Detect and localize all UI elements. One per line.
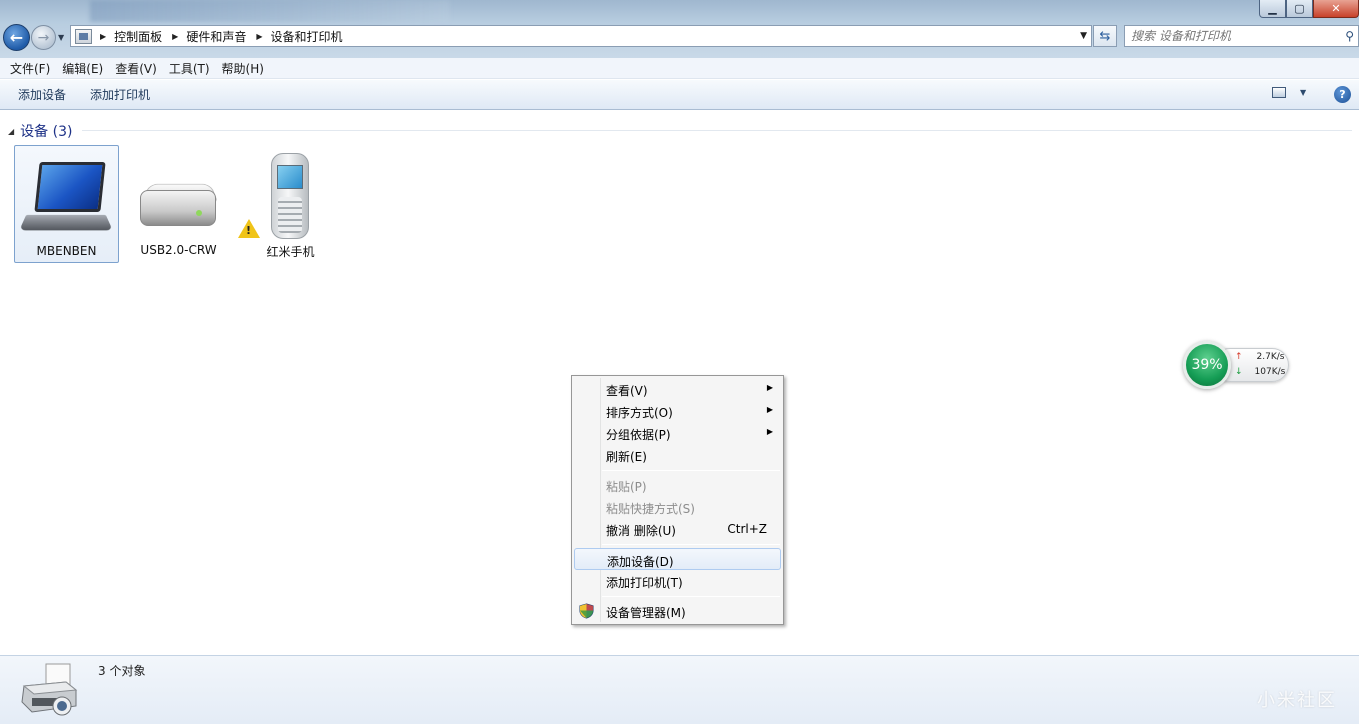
object-count: 3 个对象	[98, 664, 146, 678]
download-arrow-icon: ↓	[1235, 367, 1243, 377]
minimize-icon: ▁	[1268, 2, 1277, 15]
group-title: 设备 (3)	[20, 124, 73, 140]
forward-button[interactable]: →	[31, 25, 56, 50]
maximize-button[interactable]: ▢	[1286, 0, 1313, 18]
group-divider	[82, 130, 1352, 131]
add-device-button[interactable]: 添加设备	[10, 86, 74, 103]
menu-view[interactable]: 查看(V)	[109, 60, 163, 77]
ctx-paste-shortcut[interactable]: 粘贴快捷方式(S)	[574, 496, 781, 518]
download-speed: ↓ 107K/s	[1235, 367, 1286, 377]
breadcrumb-devices-printers[interactable]: 设备和打印机	[271, 28, 343, 45]
refresh-icon: ⇆	[1099, 28, 1111, 44]
minimize-button[interactable]: ▁	[1259, 0, 1286, 18]
context-menu: 查看(V) ▶ 排序方式(O) ▶ 分组依据(P) ▶ 刷新(E) 粘贴(P) …	[571, 375, 784, 625]
devices-group-header[interactable]: ◢ 设备 (3)	[8, 121, 72, 141]
ctx-add-device[interactable]: 添加设备(D)	[574, 548, 781, 570]
back-button[interactable]: ←	[3, 24, 30, 51]
device-redmi-phone[interactable]: ! 红米手机	[238, 145, 343, 263]
search-icon[interactable]: ⚲	[1345, 29, 1354, 43]
breadcrumb-chevron-icon[interactable]: ▶	[172, 32, 178, 41]
device-usb-crw[interactable]: USB2.0-CRW	[126, 145, 231, 263]
address-dropdown-icon[interactable]: ▼	[1080, 31, 1087, 41]
device-label: USB2.0-CRW	[140, 243, 217, 257]
forward-arrow-icon: →	[37, 29, 50, 46]
submenu-arrow-icon: ▶	[766, 383, 773, 392]
close-icon: ✕	[1331, 2, 1341, 15]
upload-speed: ↑ 2.7K/s	[1235, 352, 1285, 362]
ctx-undo-delete[interactable]: 撤消 删除(U) Ctrl+Z	[574, 518, 781, 540]
back-arrow-icon: ←	[9, 28, 24, 47]
window-controls: ▁ ▢ ✕	[1259, 0, 1359, 18]
add-printer-button[interactable]: 添加打印机	[82, 86, 158, 103]
recent-pages-dropdown[interactable]: ▼	[58, 33, 64, 42]
breadcrumb-control-panel[interactable]: 控制面板	[114, 28, 162, 45]
collapse-triangle-icon[interactable]: ◢	[8, 127, 14, 136]
breadcrumb-hardware-sound[interactable]: 硬件和声音	[186, 28, 246, 45]
printer-icon	[21, 663, 78, 716]
breadcrumb-chevron-icon[interactable]: ▶	[100, 32, 106, 41]
ctx-paste[interactable]: 粘贴(P)	[574, 474, 781, 496]
upload-arrow-icon: ↑	[1235, 352, 1243, 362]
search-input[interactable]	[1131, 29, 1341, 43]
ctx-device-manager[interactable]: 设备管理器(M)	[574, 600, 781, 622]
menu-tools[interactable]: 工具(T)	[163, 60, 216, 77]
menu-separator	[602, 596, 780, 597]
ctx-add-printer[interactable]: 添加打印机(T)	[574, 570, 781, 592]
maximize-icon: ▢	[1294, 2, 1305, 15]
menu-separator	[602, 470, 780, 471]
submenu-arrow-icon: ▶	[766, 405, 773, 414]
ctx-sort-by[interactable]: 排序方式(O) ▶	[574, 400, 781, 422]
close-button[interactable]: ✕	[1313, 0, 1359, 18]
menu-edit[interactable]: 编辑(E)	[56, 60, 109, 77]
device-mbenben[interactable]: MBENBEN	[14, 145, 119, 263]
device-label: 红米手机	[266, 245, 315, 259]
network-usage-gauge: 39%	[1183, 341, 1231, 389]
ctx-group-by[interactable]: 分组依据(P) ▶	[574, 422, 781, 444]
help-icon: ?	[1339, 88, 1346, 101]
change-view-button[interactable]: ▼	[1272, 87, 1306, 98]
device-label: MBENBEN	[36, 244, 97, 258]
chevron-down-icon[interactable]: ▼	[1300, 88, 1306, 97]
ctx-view[interactable]: 查看(V) ▶	[574, 378, 781, 400]
details-pane	[0, 655, 1359, 724]
submenu-arrow-icon: ▶	[766, 427, 773, 436]
search-box[interactable]: ⚲	[1124, 25, 1359, 47]
menu-separator	[602, 544, 780, 545]
address-bar[interactable]: ▶ 控制面板 ▶ 硬件和声音 ▶ 设备和打印机 ▼	[70, 25, 1092, 47]
menu-bar: 文件(F) 编辑(E) 查看(V) 工具(T) 帮助(H)	[0, 58, 1359, 79]
ctx-refresh[interactable]: 刷新(E)	[574, 444, 781, 466]
menu-help[interactable]: 帮助(H)	[216, 60, 270, 77]
help-button[interactable]: ?	[1334, 86, 1351, 103]
view-icon	[1272, 87, 1286, 98]
breadcrumb-chevron-icon[interactable]: ▶	[256, 32, 262, 41]
shield-icon	[579, 603, 594, 619]
menu-file[interactable]: 文件(F)	[4, 60, 56, 77]
shortcut-label: Ctrl+Z	[727, 522, 767, 536]
network-speed-widget[interactable]: 39% ↑ 2.7K/s ↓ 107K/s	[1183, 341, 1291, 389]
command-bar: 添加设备 添加打印机	[0, 80, 1359, 110]
watermark-logo: 小米社区	[1257, 690, 1337, 711]
refresh-button[interactable]: ⇆	[1093, 25, 1117, 47]
control-panel-icon	[75, 28, 92, 44]
